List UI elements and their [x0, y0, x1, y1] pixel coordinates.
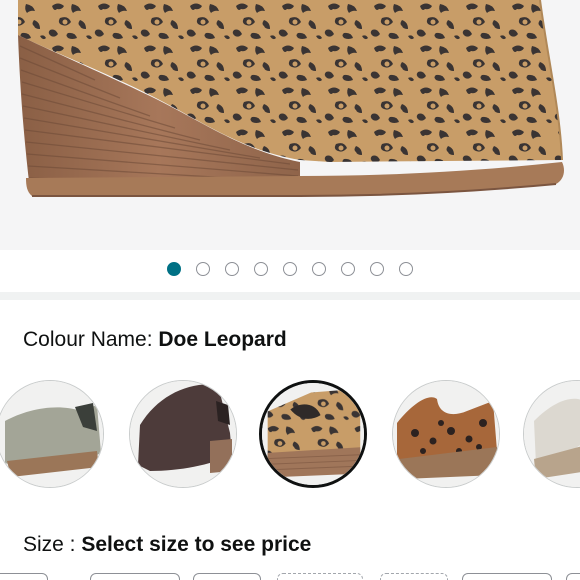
colour-label: Colour Name:	[23, 328, 159, 351]
size-option[interactable]	[566, 573, 580, 580]
tan-leopard-bootie-thumbnail	[393, 381, 499, 487]
carousel-dot-4[interactable]	[254, 262, 268, 276]
size-option[interactable]	[90, 573, 180, 580]
cream-bootie-thumbnail	[524, 381, 580, 487]
carousel-dot-1[interactable]	[167, 262, 181, 276]
size-option-unavailable[interactable]	[380, 573, 448, 580]
size-label: Size :	[23, 533, 82, 556]
section-divider	[0, 292, 580, 300]
carousel-dot-7[interactable]	[341, 262, 355, 276]
size-option-unavailable[interactable]	[277, 573, 363, 580]
size-option[interactable]	[0, 573, 48, 580]
swatch-cream[interactable]	[523, 380, 580, 488]
carousel-dot-2[interactable]	[196, 262, 210, 276]
carousel-dot-3[interactable]	[225, 262, 239, 276]
colour-value: Doe Leopard	[158, 328, 287, 351]
size-option-list	[0, 571, 580, 580]
swatch-sage-suede[interactable]	[0, 380, 104, 488]
leopard-wedge-bootie-image	[18, 0, 564, 197]
size-heading: Size : Select size to see price	[23, 531, 311, 559]
size-value: Select size to see price	[81, 533, 312, 556]
chocolate-bootie-thumbnail	[130, 381, 236, 487]
carousel-dot-9[interactable]	[399, 262, 413, 276]
doe-leopard-bootie-thumbnail	[262, 383, 364, 485]
image-carousel-pager	[0, 262, 580, 278]
carousel-dot-8[interactable]	[370, 262, 384, 276]
size-option[interactable]	[462, 573, 552, 580]
colour-name-heading: Colour Name: Doe Leopard	[23, 326, 287, 354]
carousel-dot-6[interactable]	[312, 262, 326, 276]
swatch-chocolate-suede[interactable]	[129, 380, 237, 488]
product-image[interactable]	[0, 0, 580, 250]
swatch-doe-leopard[interactable]	[259, 380, 367, 488]
sage-bootie-thumbnail	[0, 381, 103, 487]
swatch-tan-leopard[interactable]	[392, 380, 500, 488]
carousel-dot-5[interactable]	[283, 262, 297, 276]
colour-swatch-list	[0, 378, 580, 490]
size-option[interactable]	[193, 573, 261, 580]
